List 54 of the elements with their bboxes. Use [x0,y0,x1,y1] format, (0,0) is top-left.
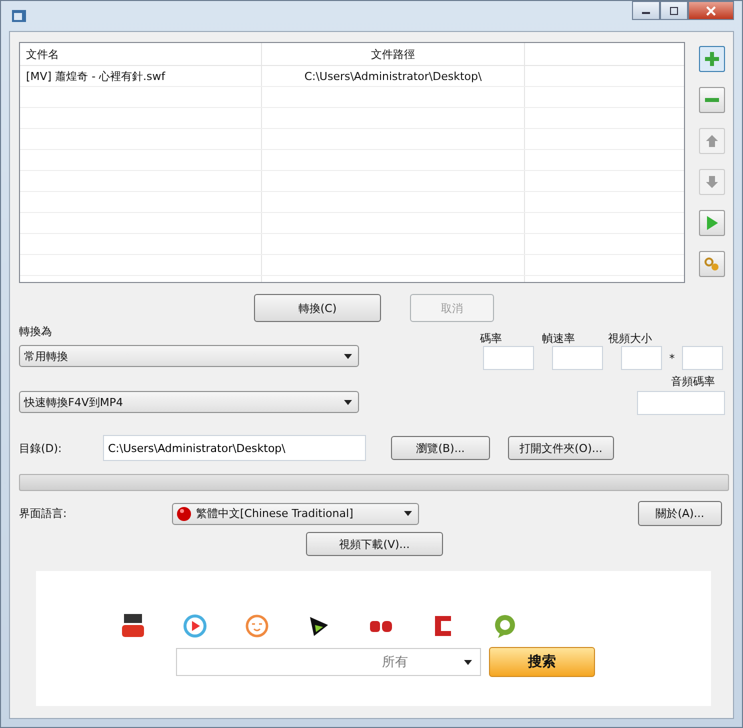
language-dropdown[interactable]: 繁體中文[Chinese Traditional] [172,502,419,524]
width-field[interactable] [621,346,662,370]
minimize-button[interactable] [632,1,660,20]
height-field[interactable] [682,346,723,370]
close-icon [706,6,716,16]
app-icon [11,8,27,24]
bitrate-field[interactable] [483,346,534,370]
close-button[interactable] [688,1,734,20]
size-separator: * [668,352,676,364]
column-header[interactable]: 文件路徑 [371,46,415,62]
down-arrow-icon [704,174,720,190]
table-cell: [MV] 蕭煌奇 - 心裡有針.swf [26,68,166,84]
table-cell: C:\Users\Administrator\Desktop\ [304,70,482,82]
search-button[interactable]: 搜索 [489,647,595,677]
framerate-label: 幀速率 [542,330,575,346]
speech-bubble-icon[interactable] [492,613,518,639]
add-button[interactable] [699,46,725,72]
directory-field[interactable]: C:\Users\Administrator\Desktop\ [103,435,366,461]
language-label: 界面語言: [19,506,68,521]
convert-to-label: 轉換為 [19,324,53,339]
audio-bitrate-label: 音頻碼率 [671,374,715,389]
column-header[interactable]: 文件名 [26,46,59,62]
tv-logo-icon[interactable] [120,613,146,639]
scope-dropdown[interactable]: 所有 [382,653,408,671]
open-folder-button[interactable]: 打開文件夾(O)... [508,436,614,460]
file-row[interactable]: [MV] 蕭煌奇 - 心裡有針.swf C:\Users\Administrator\Desktop\ [20,66,684,87]
caret-icon [464,660,472,664]
video-download-button[interactable]: 視頻下載(V)... [306,532,443,556]
category-dropdown[interactable]: 常用轉換 [19,345,359,367]
gear-icon [704,256,720,272]
play-icon [704,215,720,231]
preset-dropdown[interactable]: 快速轉換F4V到MP4 [19,391,359,413]
bitrate-label: 碼率 [480,330,502,346]
maximize-button[interactable] [660,1,688,20]
caret-icon [404,511,412,516]
search-field[interactable]: 所有 [176,648,481,676]
browse-button[interactable]: 瀏覽(B)... [391,436,490,460]
video-size-label: 視頻大小 [608,330,652,346]
framerate-field[interactable] [552,346,603,370]
remove-button[interactable] [699,87,725,113]
up-arrow-icon [704,133,720,149]
ball-icon [176,506,192,522]
caret-icon [344,354,352,358]
settings-button[interactable] [699,251,725,277]
directory-label: 目錄(D): [19,440,63,456]
caret-icon [344,400,352,404]
maximize-icon [669,6,679,14]
plus-icon [704,51,720,67]
convert-button[interactable]: 轉換(C) [254,294,381,322]
audio-bitrate-field[interactable] [637,391,725,415]
smiley-icon[interactable] [244,613,270,639]
about-button[interactable]: 關於(A)... [638,501,722,526]
play-button[interactable] [699,210,725,236]
play-icon[interactable] [182,613,208,639]
